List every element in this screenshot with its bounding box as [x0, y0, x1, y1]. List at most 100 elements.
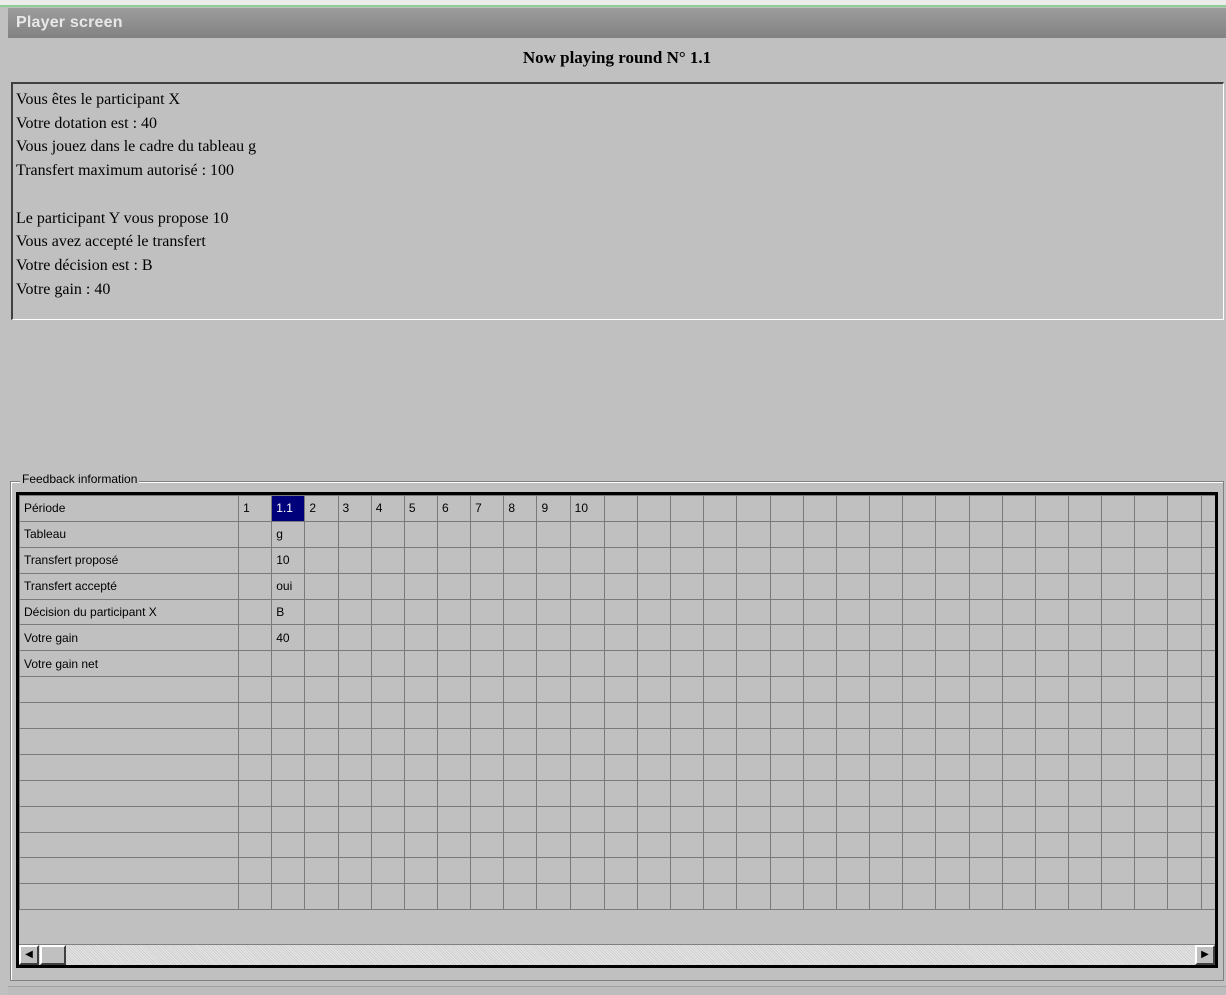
grid-cell[interactable] — [536, 598, 571, 626]
grid-cell[interactable] — [670, 546, 705, 574]
grid-cell[interactable] — [703, 624, 738, 652]
grid-cell[interactable] — [603, 572, 638, 600]
grid-cell[interactable] — [470, 546, 505, 574]
grid-cell[interactable] — [1001, 805, 1036, 833]
grid-cell[interactable] — [603, 676, 638, 704]
grid-cell[interactable] — [603, 831, 638, 859]
grid-cell[interactable] — [968, 805, 1003, 833]
grid-cell[interactable] — [470, 598, 505, 626]
grid-cell[interactable] — [503, 805, 538, 833]
grid-cell[interactable] — [370, 650, 405, 678]
grid-cell[interactable] — [1001, 857, 1036, 885]
grid-cell[interactable] — [304, 572, 339, 600]
period-header-cell[interactable] — [902, 495, 937, 522]
grid-cell[interactable] — [670, 805, 705, 833]
grid-cell[interactable] — [470, 753, 505, 781]
grid-cell[interactable] — [470, 779, 505, 807]
grid-cell[interactable] — [1101, 520, 1136, 548]
grid-cell[interactable] — [968, 676, 1003, 704]
grid-cell[interactable] — [370, 624, 405, 652]
grid-cell[interactable] — [1001, 728, 1036, 755]
grid-cell[interactable] — [569, 572, 605, 600]
grid-cell[interactable] — [1167, 779, 1202, 807]
grid-cell[interactable] — [370, 779, 405, 807]
grid-cell[interactable] — [403, 650, 439, 678]
grid-cell[interactable] — [304, 624, 339, 652]
grid-cell[interactable] — [703, 753, 738, 781]
grid-cell[interactable] — [370, 598, 405, 626]
grid-cell[interactable] — [1134, 702, 1169, 730]
grid-cell[interactable] — [736, 831, 771, 859]
grid-cell[interactable] — [1101, 857, 1136, 885]
grid-cell[interactable] — [503, 572, 538, 600]
grid-cell[interactable] — [437, 650, 472, 678]
grid-cell[interactable] — [238, 805, 273, 833]
grid-cell[interactable] — [1067, 650, 1103, 678]
grid-cell[interactable] — [437, 831, 472, 859]
grid-cell[interactable] — [736, 572, 771, 600]
grid-cell[interactable] — [370, 572, 405, 600]
grid-cell[interactable] — [1167, 831, 1202, 859]
grid-cell[interactable] — [769, 779, 804, 807]
grid-cell[interactable] — [736, 650, 771, 678]
grid-cell[interactable] — [935, 520, 970, 548]
grid-cell[interactable] — [1200, 546, 1215, 574]
grid-cell[interactable] — [1067, 702, 1103, 730]
grid-cell[interactable] — [935, 779, 970, 807]
grid-cell[interactable] — [337, 883, 372, 911]
period-header-cell[interactable]: 7 — [470, 495, 505, 522]
grid-cell[interactable] — [1134, 572, 1169, 600]
grid-cell[interactable] — [403, 779, 439, 807]
grid-cell[interactable] — [802, 520, 837, 548]
grid-cell[interactable] — [703, 728, 738, 755]
grid-cell[interactable] — [1200, 753, 1215, 781]
grid-cell[interactable] — [802, 831, 837, 859]
grid-cell[interactable] — [869, 805, 904, 833]
period-header-cell[interactable] — [1167, 495, 1202, 522]
grid-cell[interactable] — [1001, 650, 1036, 678]
grid-cell[interactable] — [1101, 728, 1136, 755]
grid-cell[interactable] — [935, 546, 970, 574]
grid-cell[interactable] — [869, 650, 904, 678]
grid-cell[interactable] — [769, 857, 804, 885]
grid-cell[interactable] — [769, 883, 804, 911]
grid-cell[interactable] — [1134, 857, 1169, 885]
grid-cell[interactable] — [536, 779, 571, 807]
grid-cell[interactable] — [1167, 598, 1202, 626]
grid-cell[interactable] — [569, 650, 605, 678]
grid-cell[interactable] — [238, 676, 273, 704]
grid-cell[interactable] — [403, 857, 439, 885]
grid-cell[interactable] — [869, 728, 904, 755]
period-header-cell[interactable]: 1 — [238, 495, 273, 522]
grid-cell[interactable] — [304, 753, 339, 781]
grid-cell[interactable] — [536, 624, 571, 652]
grid-cell[interactable] — [238, 650, 273, 678]
grid-cell[interactable] — [536, 676, 571, 704]
grid-cell[interactable] — [935, 883, 970, 911]
grid-cell[interactable] — [536, 520, 571, 548]
grid-cell[interactable] — [902, 728, 937, 755]
grid-cell[interactable] — [736, 805, 771, 833]
grid-cell[interactable] — [703, 676, 738, 704]
grid-cell[interactable] — [1101, 702, 1136, 730]
grid-cell[interactable] — [1167, 805, 1202, 833]
period-header-cell[interactable] — [1101, 495, 1136, 522]
grid-cell[interactable] — [403, 598, 439, 626]
grid-cell[interactable] — [670, 520, 705, 548]
grid-cell[interactable] — [769, 624, 804, 652]
grid-cell[interactable] — [370, 753, 405, 781]
grid-cell[interactable] — [769, 650, 804, 678]
scrollbar-thumb[interactable] — [40, 945, 66, 965]
grid-cell[interactable] — [337, 779, 372, 807]
grid-cell[interactable] — [403, 753, 439, 781]
grid-cell[interactable] — [835, 676, 871, 704]
grid-cell[interactable] — [835, 805, 871, 833]
grid-cell[interactable] — [670, 883, 705, 911]
grid-cell[interactable] — [869, 676, 904, 704]
grid-cell[interactable] — [636, 805, 672, 833]
grid-cell[interactable] — [536, 728, 571, 755]
period-header-cell[interactable]: 9 — [536, 495, 571, 522]
grid-cell[interactable] — [304, 857, 339, 885]
grid-cell[interactable] — [703, 883, 738, 911]
grid-cell[interactable] — [370, 831, 405, 859]
